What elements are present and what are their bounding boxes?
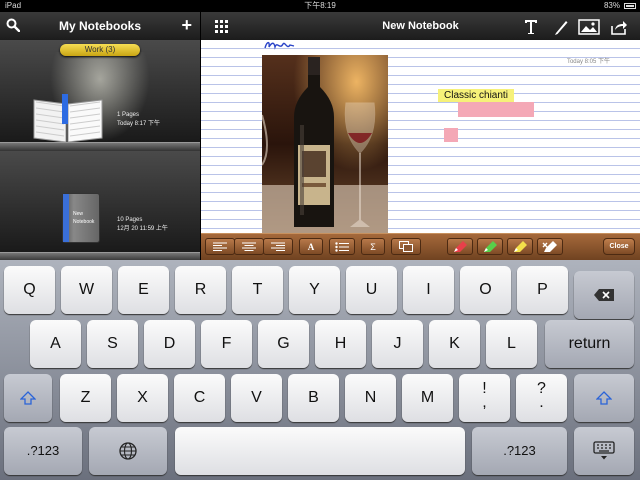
- green-highlighter-icon[interactable]: [477, 238, 503, 255]
- return-key[interactable]: return: [545, 320, 634, 368]
- key-y[interactable]: Y: [289, 266, 340, 314]
- wine-bottle-photo[interactable]: [262, 55, 388, 233]
- shift-key-right[interactable]: [574, 374, 634, 422]
- battery-icon: [624, 3, 636, 9]
- notebook-2-info[interactable]: 10 Pages 12月 20 11:59 上午: [117, 216, 168, 234]
- notebook-2-cover-label: New Notebook: [73, 211, 95, 225]
- key-r[interactable]: R: [175, 266, 226, 314]
- key-c[interactable]: C: [174, 374, 225, 422]
- group-badge[interactable]: Work (3): [60, 44, 140, 56]
- highlight-square[interactable]: [444, 128, 458, 142]
- page-timestamp: Today 8:05 下午: [566, 59, 610, 65]
- key-a[interactable]: A: [30, 320, 81, 368]
- sidebar-header: My Notebooks +: [0, 12, 200, 41]
- key-d[interactable]: D: [144, 320, 195, 368]
- key-o[interactable]: O: [460, 266, 511, 314]
- key-z[interactable]: Z: [60, 374, 111, 422]
- font-icon[interactable]: A: [299, 238, 323, 255]
- key-e[interactable]: E: [118, 266, 169, 314]
- backspace-key[interactable]: [574, 271, 634, 319]
- key-v[interactable]: V: [231, 374, 282, 422]
- align-center-icon[interactable]: [234, 238, 264, 255]
- key-f[interactable]: F: [201, 320, 252, 368]
- globe-key[interactable]: [89, 427, 167, 475]
- header-tools: [522, 18, 632, 36]
- sum-icon[interactable]: Σ: [361, 238, 385, 255]
- key-g[interactable]: G: [258, 320, 309, 368]
- key-exclamation-comma[interactable]: !,: [459, 374, 510, 422]
- key-l[interactable]: L: [486, 320, 537, 368]
- key-n[interactable]: N: [345, 374, 396, 422]
- red-highlighter-icon[interactable]: [447, 238, 473, 255]
- key-u[interactable]: U: [346, 266, 397, 314]
- key-m[interactable]: M: [402, 374, 453, 422]
- notebook-1-modified: Today 8:17 下午: [117, 121, 161, 127]
- shelf-2: [0, 151, 200, 252]
- share-icon[interactable]: [610, 18, 628, 36]
- handwriting-scribble: [264, 41, 295, 50]
- key-w[interactable]: W: [61, 266, 112, 314]
- hide-keyboard-key[interactable]: [574, 427, 634, 475]
- pen-icon[interactable]: [552, 18, 570, 36]
- open-book-icon[interactable]: [32, 94, 104, 144]
- text-icon[interactable]: [522, 18, 540, 36]
- key-x[interactable]: X: [117, 374, 168, 422]
- numbers-key-left[interactable]: .?123: [4, 427, 82, 475]
- notebook-1-pages: 1 Pages: [117, 112, 140, 118]
- space-key[interactable]: [175, 427, 465, 475]
- status-bar: iPad 下午8:19 83%: [0, 0, 640, 12]
- key-h[interactable]: H: [315, 320, 366, 368]
- key-k[interactable]: K: [429, 320, 480, 368]
- key-t[interactable]: T: [232, 266, 283, 314]
- key-p[interactable]: P: [517, 266, 568, 314]
- notebook-header: New Notebook: [201, 12, 640, 41]
- yellow-highlighter-icon[interactable]: [507, 238, 533, 255]
- key-glyph: ,: [482, 394, 487, 411]
- add-notebook-button[interactable]: +: [181, 15, 192, 35]
- battery-percent: 83%: [603, 1, 620, 10]
- close-toolbar-button[interactable]: Close: [603, 238, 635, 255]
- notebook-2-cover[interactable]: New Notebook: [62, 193, 100, 243]
- on-screen-keyboard: QWERTYUIOP ASDFGHJKL Z X C V B N M!,?. return …: [0, 260, 640, 480]
- sidebar-title: My Notebooks: [58, 19, 141, 33]
- notebook-2-pages: 10 Pages: [117, 217, 143, 223]
- key-question-period[interactable]: ?.: [516, 374, 567, 422]
- align-right-icon[interactable]: [263, 238, 293, 255]
- bullet-list-icon[interactable]: [329, 238, 355, 255]
- key-i[interactable]: I: [403, 266, 454, 314]
- layers-icon[interactable]: [391, 238, 421, 255]
- format-toolbar: A Σ Close: [201, 233, 640, 261]
- text-note[interactable]: Classic chianti: [438, 89, 514, 102]
- status-time: 下午8:19: [304, 1, 336, 10]
- key-q[interactable]: Q: [4, 266, 55, 314]
- shelf-board-1: [0, 142, 200, 151]
- align-left-icon[interactable]: [205, 238, 235, 255]
- key-b[interactable]: B: [288, 374, 339, 422]
- notebook-1-info[interactable]: 1 Pages Today 8:17 下午: [117, 111, 160, 129]
- image-icon[interactable]: [578, 18, 600, 36]
- key-s[interactable]: S: [87, 320, 138, 368]
- shift-key-left[interactable]: [4, 374, 52, 422]
- key-glyph: .: [539, 394, 544, 411]
- eraser-icon[interactable]: [537, 238, 563, 255]
- notebook-page[interactable]: Today 8:05 下午 Classic chianti: [201, 40, 640, 233]
- highlight-box[interactable]: [458, 102, 534, 117]
- numbers-key-right[interactable]: .?123: [472, 427, 567, 475]
- notebook-2-modified: 12月 20 11:59 上午: [117, 226, 168, 232]
- key-j[interactable]: J: [372, 320, 423, 368]
- notebooks-sidebar: My Notebooks + Work (3) 1 Pages Today 8:…: [0, 12, 200, 260]
- shelf-board-2: [0, 252, 200, 260]
